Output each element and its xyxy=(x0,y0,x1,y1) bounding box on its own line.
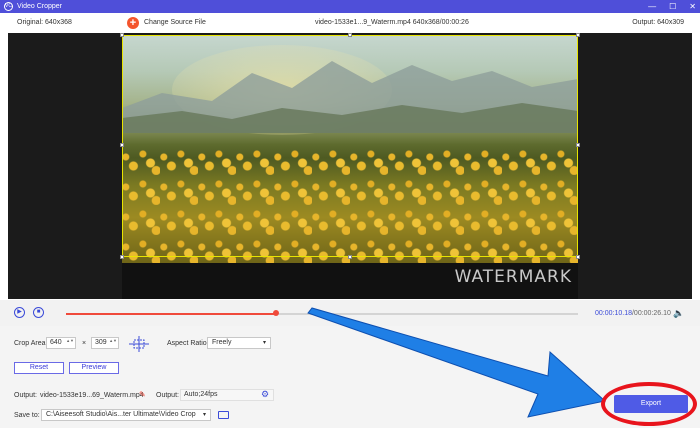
times-symbol: × xyxy=(82,340,87,347)
timeline-handle[interactable] xyxy=(272,310,279,316)
volume-icon[interactable]: 🔈 xyxy=(673,308,684,319)
total-time: /00:00:26.10 xyxy=(631,310,671,317)
stop-button[interactable]: ■ xyxy=(33,307,44,318)
file-info: video-1533e1...9_Waterm.mp4 640x368/00:0… xyxy=(315,19,469,26)
edit-pencil-icon[interactable]: ✎ xyxy=(139,390,146,399)
original-size-label: Original: 640x368 xyxy=(17,19,72,26)
output-size-label: Output: 640x309 xyxy=(632,19,684,26)
crop-handle-top-right[interactable] xyxy=(576,33,580,37)
aspect-ratio-select[interactable]: Freely ▾ xyxy=(207,337,271,349)
crop-handle-top[interactable] xyxy=(348,33,352,37)
maximize-icon[interactable]: ☐ xyxy=(669,2,676,11)
chevron-down-icon: ▾ xyxy=(202,412,206,418)
window-controls: — ☐ ✕ xyxy=(648,0,696,13)
crop-handle-bottom[interactable] xyxy=(348,255,352,259)
source-bar: Original: 640x368 + Change Source File v… xyxy=(0,13,700,33)
crop-handle-top-left[interactable] xyxy=(120,33,124,37)
title-bar: VC Video Cropper — ☐ ✕ xyxy=(0,0,700,13)
crop-handle-right[interactable] xyxy=(576,143,580,147)
highlight-ring xyxy=(601,382,697,426)
folder-icon[interactable] xyxy=(218,411,229,419)
output-filename: video-1533e19...69_Waterm.mp4 xyxy=(40,392,144,399)
crop-handle-left[interactable] xyxy=(120,143,124,147)
stop-icon: ■ xyxy=(36,309,41,315)
preview-button[interactable]: Preview xyxy=(69,362,119,374)
playback-bar: ▶ ■ 00:00:10.18/00:00:26.10 🔈 xyxy=(0,300,700,326)
add-source-icon[interactable]: + xyxy=(127,17,139,29)
time-display: 00:00:10.18/00:00:26.10 xyxy=(595,310,671,317)
crop-width-input[interactable]: 640 ▲▼ xyxy=(46,337,76,349)
play-button[interactable]: ▶ xyxy=(14,307,25,318)
center-crop-icon[interactable] xyxy=(129,336,149,352)
crop-handle-bottom-left[interactable] xyxy=(120,255,124,259)
change-source-button[interactable]: Change Source File xyxy=(144,19,206,26)
minimize-icon[interactable]: — xyxy=(648,2,656,11)
width-spinner-icon[interactable]: ▲▼ xyxy=(66,338,74,343)
crop-selection-box[interactable] xyxy=(120,33,580,259)
timeline-progress xyxy=(66,313,276,315)
play-icon: ▶ xyxy=(17,309,22,315)
current-time: 00:00:10.18 xyxy=(595,310,632,317)
save-to-label: Save to: xyxy=(14,412,40,419)
watermark-text: WATERMARK xyxy=(454,267,572,287)
app-logo-icon: VC xyxy=(4,2,13,11)
reset-button[interactable]: Reset xyxy=(14,362,64,374)
gear-icon[interactable]: ⚙ xyxy=(261,389,269,400)
timeline-slider[interactable] xyxy=(66,310,578,316)
watermark-strip: WATERMARK xyxy=(122,263,578,299)
chevron-down-icon: ▾ xyxy=(262,340,266,346)
crop-height-input[interactable]: 309 ▲▼ xyxy=(91,337,119,349)
save-path-select[interactable]: C:\Aiseesoft Studio\Ais...ter Ultimate\V… xyxy=(41,409,211,421)
aspect-ratio-label: Aspect Ratio: xyxy=(167,340,209,347)
height-spinner-icon[interactable]: ▲▼ xyxy=(109,338,117,343)
window-title: Video Cropper xyxy=(17,3,63,10)
output-label: Output: xyxy=(14,392,37,399)
crop-handle-bottom-right[interactable] xyxy=(576,255,580,259)
close-icon[interactable]: ✕ xyxy=(689,2,696,11)
output-settings-field[interactable]: Auto;24fps xyxy=(180,389,274,401)
crop-area-label: Crop Area: xyxy=(14,340,48,347)
output-settings-label: Output: xyxy=(156,392,179,399)
settings-panel: Crop Area: 640 ▲▼ × 309 ▲▼ Aspect Ratio:… xyxy=(0,326,700,428)
